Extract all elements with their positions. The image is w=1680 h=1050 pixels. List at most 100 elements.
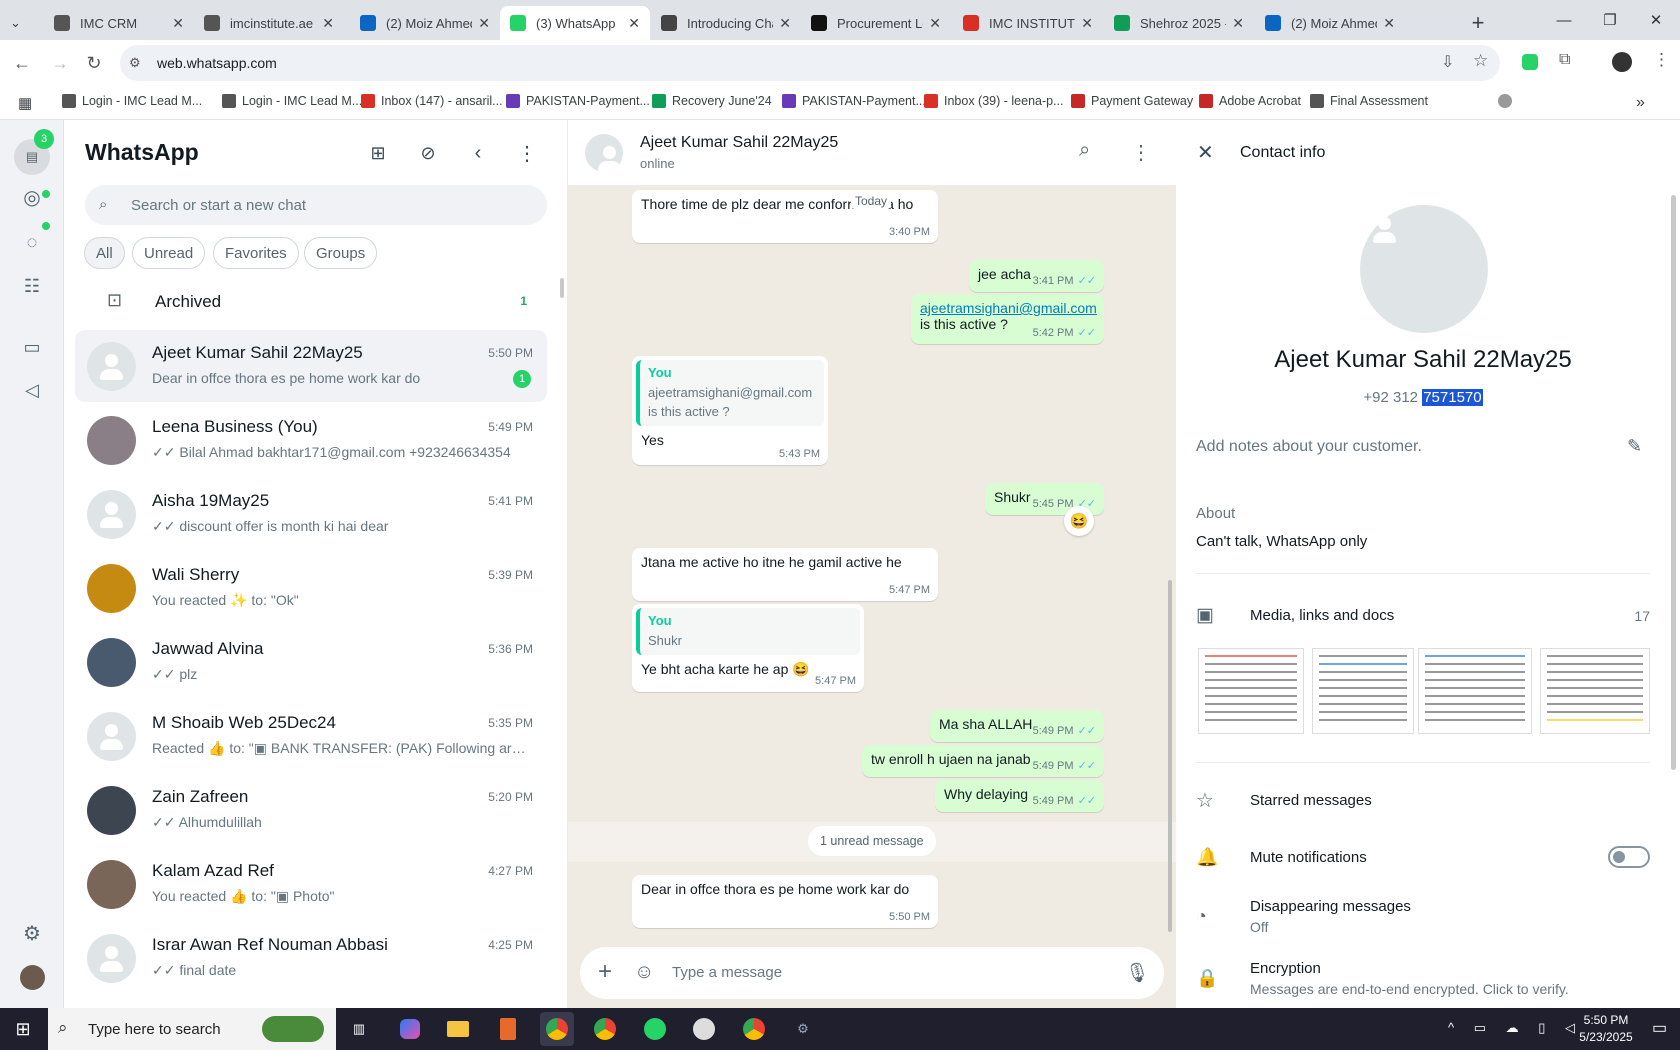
- chat-list-item[interactable]: Ajeet Kumar Sahil 22May25 5:50 PM Dear in …: [75, 330, 547, 402]
- browser-tab[interactable]: Procurement Le ✕: [801, 6, 951, 40]
- apps-grid-icon[interactable]: ▦: [18, 94, 32, 112]
- advertise-icon[interactable]: ◁: [18, 376, 46, 404]
- bookmark-extra-icon[interactable]: [1498, 94, 1518, 108]
- encryption-row[interactable]: 🔒 Encryption Messages are end-to-end enc…: [1196, 960, 1569, 997]
- address-bar[interactable]: [120, 45, 1500, 81]
- back-button[interactable]: ←: [7, 48, 37, 78]
- media-thumbnail[interactable]: [1198, 648, 1304, 734]
- settings-icon[interactable]: ⚙: [18, 919, 46, 947]
- conversation-scrollbar[interactable]: [1168, 580, 1172, 932]
- copilot-icon[interactable]: [393, 1012, 427, 1046]
- bookmark-item[interactable]: PAKISTAN-Payment...: [506, 94, 650, 108]
- browser-tab[interactable]: imcinstitute.ae ✕: [194, 6, 344, 40]
- catalog-icon[interactable]: ▭: [18, 333, 46, 361]
- browser-tab[interactable]: (2) Moiz Ahmed ✕: [350, 6, 500, 40]
- communities-icon[interactable]: ☷: [18, 272, 46, 300]
- new-tab-button[interactable]: +: [1460, 6, 1496, 40]
- chat-list-item[interactable]: Wali Sherry 5:39 PM You reacted ✨ to: "Ok": [75, 552, 547, 624]
- channels-icon[interactable]: ◌: [18, 228, 46, 256]
- chrome-icon[interactable]: [588, 1012, 622, 1046]
- tab-search-button[interactable]: ⌄: [0, 6, 40, 40]
- menu-icon[interactable]: ⋮: [514, 140, 540, 166]
- bookmark-item[interactable]: PAKISTAN-Payment...: [782, 94, 926, 108]
- media-thumbnail[interactable]: [1540, 648, 1650, 734]
- quoted-message[interactable]: You ajeetramsighani@gmail.com is this ac…: [636, 360, 824, 426]
- whatsapp-taskbar-icon[interactable]: [638, 1012, 672, 1046]
- collapse-chevron-icon[interactable]: ‹: [465, 140, 491, 166]
- browser-tab[interactable]: Shehroz 2025 - ✕: [1104, 6, 1254, 40]
- tab-close-icon[interactable]: ✕: [628, 15, 640, 32]
- contact-avatar[interactable]: [585, 134, 623, 172]
- notification-icon[interactable]: ▭: [1652, 1018, 1667, 1038]
- attach-plus-icon[interactable]: +: [598, 958, 612, 986]
- message-input[interactable]: Type a message: [672, 964, 782, 981]
- close-icon[interactable]: ✕: [1197, 140, 1214, 165]
- bookmark-item[interactable]: Payment Gateway: [1071, 94, 1193, 108]
- browser-tab[interactable]: Introducing Cha ✕: [651, 6, 801, 40]
- browser-tab[interactable]: (3) WhatsApp ✕: [500, 6, 650, 40]
- bookmark-item[interactable]: Login - IMC Lead M...: [222, 94, 362, 108]
- filter-all[interactable]: All: [84, 237, 125, 269]
- bookmark-star-icon[interactable]: ☆: [1473, 51, 1488, 71]
- minimize-button[interactable]: —: [1541, 0, 1587, 40]
- extensions-icon[interactable]: ⧉: [1559, 51, 1570, 69]
- message-outgoing[interactable]: tw enroll h ujaen na janab 5:49 PM ✓✓: [862, 745, 1104, 777]
- settings-gear-icon[interactable]: ⚙: [786, 1012, 820, 1046]
- taskbar-search-box[interactable]: ⌕ Type here to search: [48, 1008, 336, 1050]
- chrome-icon[interactable]: [737, 1012, 771, 1046]
- forward-button[interactable]: →: [45, 48, 75, 78]
- mute-toggle[interactable]: [1608, 846, 1650, 868]
- sticker-emoji-icon[interactable]: ☺: [634, 961, 654, 984]
- email-link[interactable]: ajeetramsighani@gmail.com: [920, 300, 1097, 316]
- search-messages-icon[interactable]: ⌕: [1079, 139, 1090, 162]
- tab-close-icon[interactable]: ✕: [1232, 15, 1244, 32]
- chat-list-item[interactable]: Jawwad Alvina 5:36 PM ✓✓ plz: [75, 626, 547, 698]
- notes-input[interactable]: Add notes about your customer.: [1196, 438, 1422, 456]
- quoted-message[interactable]: You Shukr: [636, 608, 860, 655]
- message-outgoing[interactable]: Why delaying 5:49 PM ✓✓: [935, 780, 1104, 812]
- edit-pencil-icon[interactable]: ✎: [1627, 436, 1642, 457]
- tab-close-icon[interactable]: ✕: [322, 15, 334, 32]
- chat-list-item[interactable]: M Shoaib Web 25Dec24 5:35 PM Reacted 👍 to:…: [75, 700, 547, 772]
- browser-menu-icon[interactable]: ⋮: [1653, 50, 1670, 70]
- new-chat-icon[interactable]: ⊞: [365, 140, 391, 166]
- tab-close-icon[interactable]: ✕: [478, 15, 490, 32]
- bookmark-item[interactable]: Recovery June'24: [652, 94, 772, 108]
- more-bookmarks-icon[interactable]: »: [1636, 94, 1645, 112]
- conversation-header[interactable]: Ajeet Kumar Sahil 22May25 online ⌕ ⋮: [568, 120, 1176, 186]
- message-incoming[interactable]: Thore time de plz dear me conform karta …: [632, 190, 938, 243]
- tab-close-icon[interactable]: ✕: [1081, 15, 1093, 32]
- chat-list-item[interactable]: Israr Awan Ref Nouman Abbasi 4:25 PM ✓✓ fi…: [75, 922, 547, 994]
- chat-list-item[interactable]: Aisha 19May25 5:41 PM ✓✓ discount offer is…: [75, 478, 547, 550]
- chrome-icon[interactable]: [540, 1012, 574, 1046]
- message-incoming-reply[interactable]: You Shukr Ye bht acha karte he ap 😆 5:47…: [632, 604, 864, 692]
- contact-info-scrollbar[interactable]: [1671, 195, 1676, 770]
- chat-list-item[interactable]: Kalam Azad Ref 4:27 PM You reacted 👍 to: "…: [75, 848, 547, 920]
- chat-list-item[interactable]: Zain Zafreen 5:20 PM ✓✓ Alhumdulillah: [75, 774, 547, 846]
- app-icon[interactable]: [687, 1012, 721, 1046]
- file-explorer-icon[interactable]: [441, 1012, 475, 1046]
- media-thumbnail[interactable]: [1312, 648, 1414, 734]
- browser-tab[interactable]: IMC INSTITUTE | ✕: [953, 6, 1103, 40]
- restore-button[interactable]: ❐: [1587, 0, 1633, 40]
- filter-groups[interactable]: Groups: [304, 237, 378, 269]
- whatsapp-extension-icon[interactable]: [1522, 54, 1538, 70]
- contact-large-avatar[interactable]: [1360, 205, 1488, 333]
- message-incoming[interactable]: Jtana me active ho itne he gamil active …: [632, 548, 938, 601]
- tab-close-icon[interactable]: ✕: [1383, 15, 1395, 32]
- chat-list-scrollbar[interactable]: [560, 278, 564, 298]
- media-links-docs-row[interactable]: ▣ Media, links and docs 17: [1196, 604, 1650, 627]
- microphone-icon[interactable]: 🎙: [1125, 961, 1149, 985]
- site-info-icon[interactable]: ⚙: [129, 55, 141, 71]
- close-window-button[interactable]: ✕: [1633, 0, 1679, 40]
- bookmark-item[interactable]: Adobe Acrobat: [1199, 94, 1301, 108]
- media-thumbnail[interactable]: [1418, 648, 1532, 734]
- message-outgoing[interactable]: jee acha 3:41 PM ✓✓: [969, 260, 1104, 292]
- bookmark-item[interactable]: Inbox (147) - ansaril...: [361, 94, 503, 108]
- disappearing-messages-row[interactable]: ◔ Disappearing messages Off: [1196, 898, 1411, 935]
- message-incoming[interactable]: Dear in offce thora es pe home work kar …: [632, 875, 938, 928]
- filter-favorites[interactable]: Favorites: [213, 237, 299, 269]
- app-icon[interactable]: [491, 1012, 525, 1046]
- tab-close-icon[interactable]: ✕: [172, 15, 184, 32]
- windows-start-icon[interactable]: ⊞: [6, 1012, 40, 1046]
